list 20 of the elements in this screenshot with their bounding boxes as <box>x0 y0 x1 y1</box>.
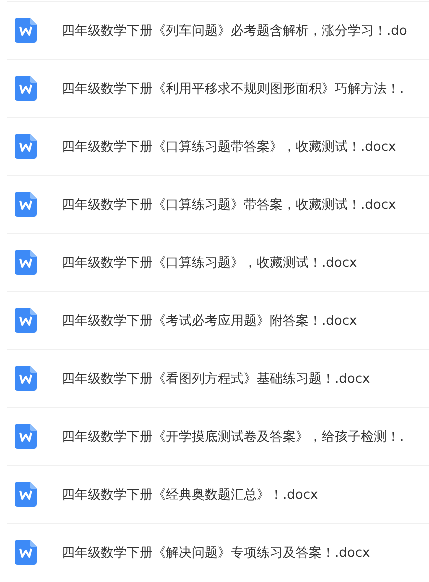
file-name[interactable]: 四年级数学下册《考试必考应用题》附答案！.docx <box>62 312 358 330</box>
file-name[interactable]: 四年级数学下册《口算练习题带答案》，收藏测试！.docx <box>62 138 396 156</box>
file-name[interactable]: 四年级数学下册《开学摸底测试卷及答案》，给孩子检测！. <box>62 428 404 446</box>
file-name[interactable]: 四年级数学下册《解决问题》专项练习及答案！.docx <box>62 544 370 562</box>
word-document-icon <box>15 366 37 391</box>
file-name[interactable]: 四年级数学下册《看图列方程式》基础练习题！.docx <box>62 370 370 388</box>
word-document-icon <box>15 250 37 275</box>
file-name[interactable]: 四年级数学下册《利用平移求不规则图形面积》巧解方法！. <box>62 80 404 98</box>
word-document-icon <box>15 18 37 43</box>
word-document-icon <box>15 482 37 507</box>
word-document-icon <box>15 134 37 159</box>
word-document-icon <box>15 76 37 101</box>
word-document-icon <box>15 192 37 217</box>
word-document-icon <box>15 540 37 565</box>
word-document-icon <box>15 308 37 333</box>
word-document-icon <box>15 424 37 449</box>
file-name[interactable]: 四年级数学下册《口算练习题》，收藏测试！.docx <box>62 254 358 272</box>
file-name[interactable]: 四年级数学下册《口算练习题》带答案，收藏测试！.docx <box>62 196 396 214</box>
file-name[interactable]: 四年级数学下册《经典奥数题汇总》！.docx <box>62 486 318 504</box>
file-name[interactable]: 四年级数学下册《列车问题》必考题含解析，涨分学习！.do <box>62 22 408 40</box>
